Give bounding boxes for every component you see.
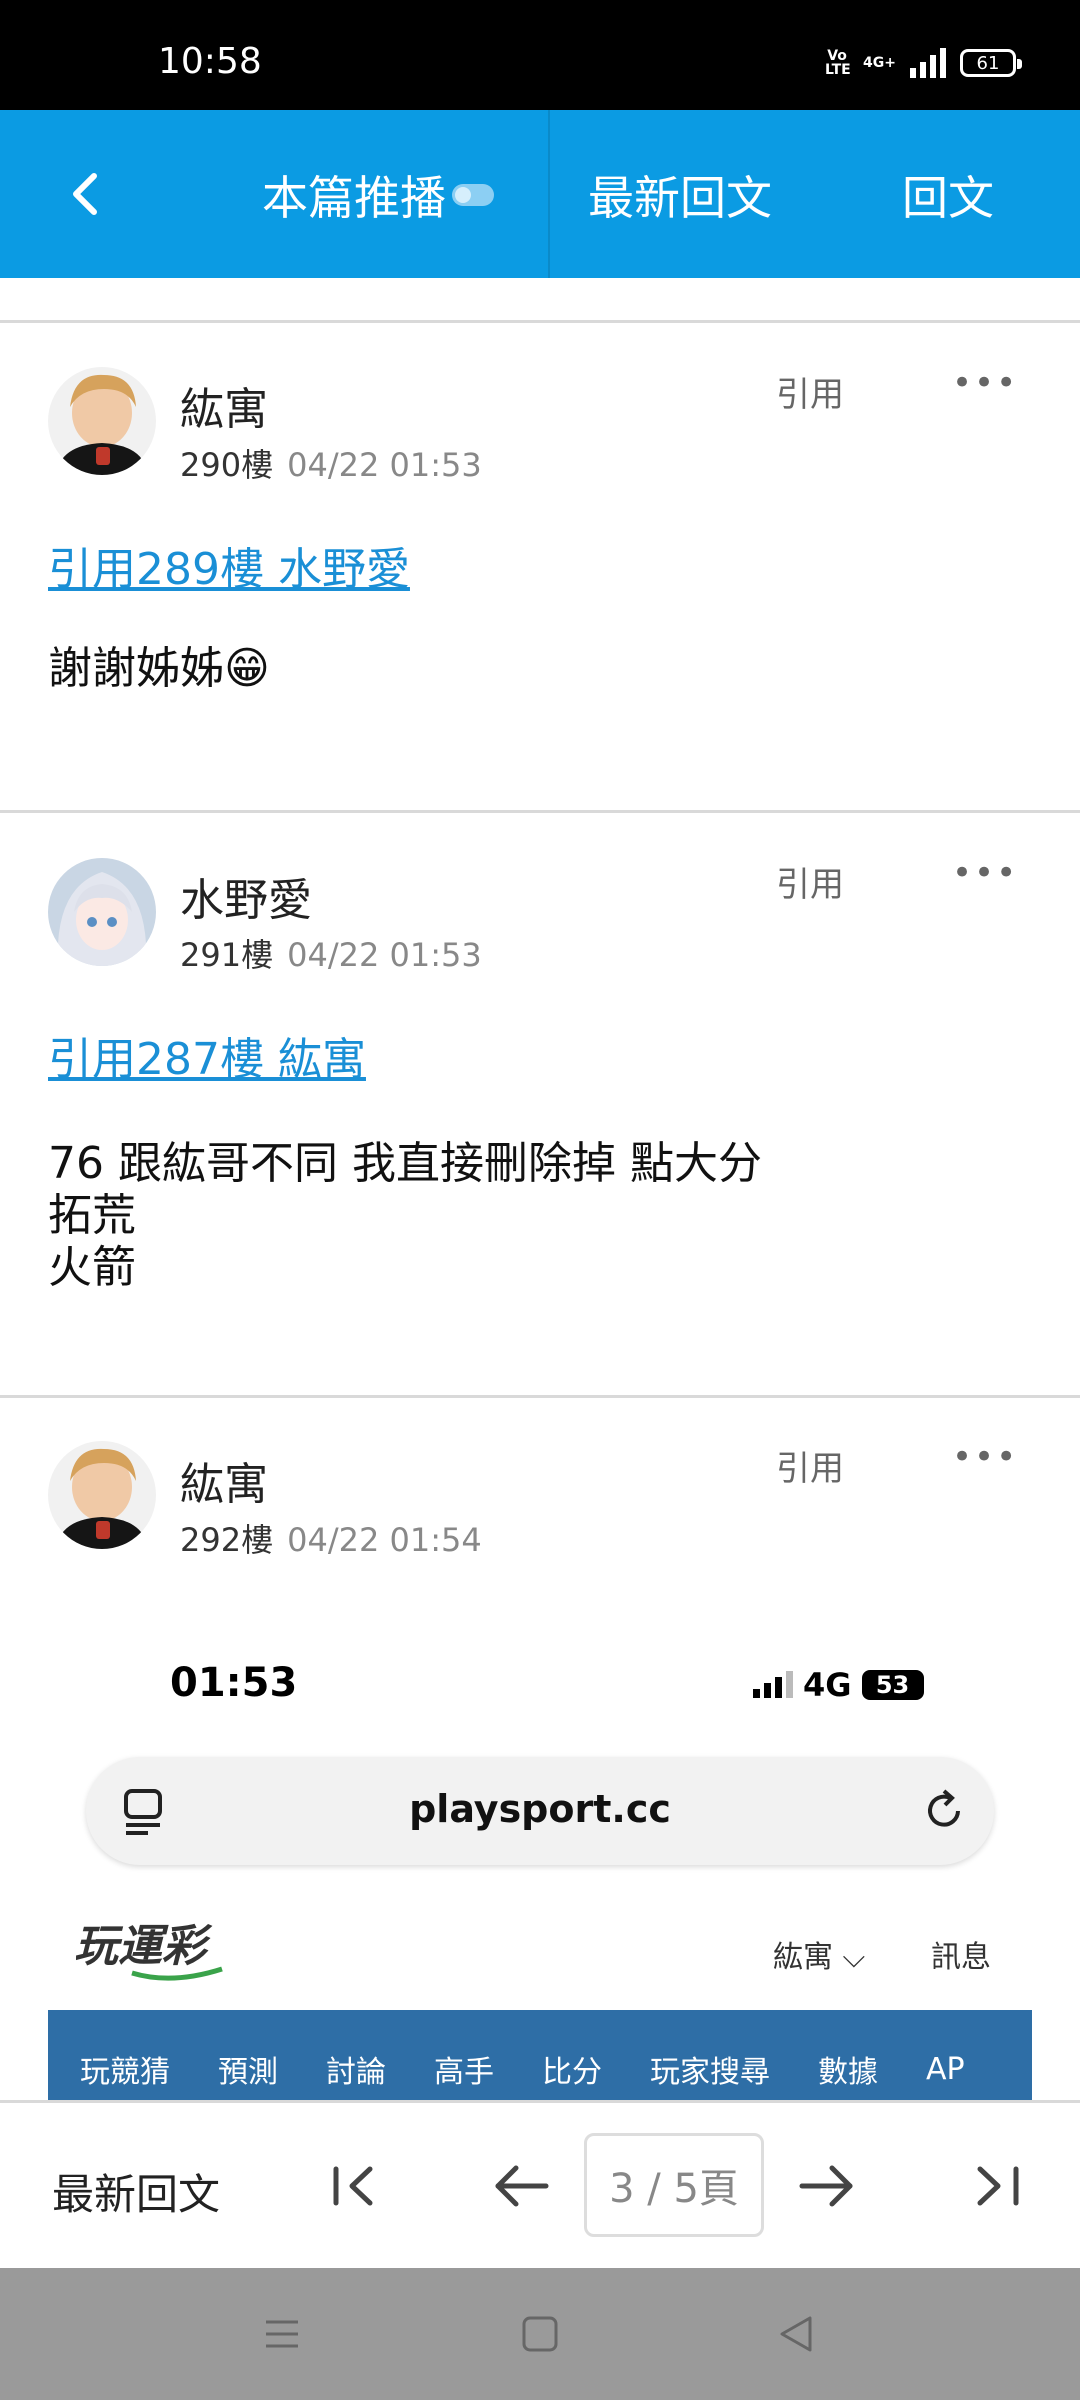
first-page-icon[interactable]	[320, 2151, 390, 2221]
image-network-type: 4G	[803, 1666, 852, 1704]
status-icons: Vo LTE 4G+ 61	[825, 48, 1022, 78]
home-icon[interactable]	[516, 2310, 564, 2358]
quote-button[interactable]: 引用	[776, 1441, 844, 1490]
quote-button[interactable]: 引用	[776, 367, 844, 416]
image-nav-item: 討論	[326, 2055, 386, 2090]
post-text: 76 跟紘哥不同 我直接刪除掉 點大分 拓荒 火箭	[48, 1138, 762, 1294]
image-site-nav: 玩競猜 預測 討論 高手 比分 玩家搜尋 數據 AP	[48, 2010, 1032, 2100]
image-nav-item: 預測	[218, 2055, 278, 2090]
menu-icon[interactable]	[258, 2310, 306, 2358]
post-meta: 292樓 04/22 01:54	[180, 1515, 482, 1561]
image-status-icons: 4G 53	[753, 1666, 924, 1704]
avatar[interactable]	[48, 367, 156, 475]
pager-bar: 最新回文 3 / 5頁	[0, 2100, 1080, 2268]
toggle-switch-icon[interactable]	[452, 184, 494, 206]
post-meta: 291樓 04/22 01:53	[180, 930, 482, 976]
back-triangle-icon[interactable]	[772, 2310, 820, 2358]
post-text: 謝謝姊姊😁	[48, 643, 270, 694]
arrow-left-icon[interactable]	[486, 2151, 556, 2221]
post-291: 水野愛 291樓 04/22 01:53 引用 ••• 引用287樓 紘寓 76 …	[0, 813, 1080, 1395]
image-nav-item: 高手	[434, 2055, 494, 2090]
avatar-photo	[48, 367, 156, 475]
more-options-icon[interactable]: •••	[952, 1437, 1018, 1477]
post-290: 紘寓 290樓 04/22 01:53 引用 ••• 引用289樓 水野愛 謝謝姊…	[0, 323, 1080, 810]
avatar-photo	[48, 858, 156, 966]
author-name[interactable]: 紘寓	[180, 373, 268, 437]
app-header: 本篇推播 最新回文 回文	[0, 110, 1080, 278]
volte-icon: Vo LTE	[825, 48, 851, 78]
quote-button[interactable]: 引用	[776, 857, 844, 906]
post-time: 04/22 01:53	[287, 936, 482, 974]
post-meta: 290樓 04/22 01:53	[180, 440, 482, 486]
status-bar: 10:58 Vo LTE 4G+ 61	[0, 0, 1080, 110]
author-name[interactable]: 水野愛	[180, 864, 312, 928]
reply-button[interactable]: 回文	[902, 162, 994, 228]
image-nav-item: 玩競猜	[80, 2055, 170, 2090]
broadcast-label: 本篇推播	[262, 171, 446, 225]
system-nav-bar	[0, 2268, 1080, 2400]
more-options-icon[interactable]: •••	[952, 363, 1018, 403]
image-user-name: 紘寓	[773, 1940, 833, 1975]
quote-link[interactable]: 引用289樓 水野愛	[48, 533, 410, 597]
image-url-bar: playsport.cc	[86, 1757, 994, 1865]
battery-icon: 61	[960, 49, 1022, 77]
post-line: 拓荒	[48, 1190, 136, 1241]
page-indicator[interactable]: 3 / 5頁	[584, 2133, 764, 2237]
post-image[interactable]: 01:53 4G 53 playsport.cc 玩運彩 紘寓 ⌵ 訊息 玩競猜…	[48, 1610, 1032, 2100]
post-line: 火箭	[48, 1242, 136, 1293]
site-logo-text: 玩運彩	[74, 1921, 213, 1972]
pager-latest-reply-button[interactable]: 最新回文	[52, 2161, 220, 2222]
more-options-icon[interactable]: •••	[952, 853, 1018, 893]
image-messages: 訊息	[931, 1940, 991, 1975]
back-chevron-icon	[73, 173, 97, 215]
avatar[interactable]	[48, 1441, 156, 1549]
status-time: 10:58	[158, 41, 262, 82]
battery-icon: 53	[861, 1670, 924, 1700]
author-name[interactable]: 紘寓	[180, 1448, 268, 1512]
post-line: 76 跟紘哥不同 我直接刪除掉 點大分	[48, 1138, 762, 1189]
network-type: 4G+	[863, 55, 896, 71]
image-status-time: 01:53	[170, 1660, 298, 1706]
back-button[interactable]	[50, 154, 120, 234]
avatar[interactable]	[48, 858, 156, 966]
post-time: 04/22 01:54	[287, 1521, 482, 1559]
image-url-text: playsport.cc	[409, 1787, 671, 1831]
latest-reply-button[interactable]: 最新回文	[588, 162, 772, 228]
last-page-icon[interactable]	[962, 2151, 1032, 2221]
image-nav-item: AP	[926, 2051, 965, 2087]
image-user-menu: 紘寓 ⌵	[773, 1940, 866, 1975]
image-nav-item: 數據	[818, 2055, 878, 2090]
image-nav-item: 比分	[542, 2055, 602, 2090]
arrow-right-icon[interactable]	[792, 2151, 862, 2221]
broadcast-toggle[interactable]: 本篇推播	[262, 162, 494, 228]
post-time: 04/22 01:53	[287, 446, 482, 484]
floor-number: 292樓	[180, 1521, 274, 1559]
battery-level: 61	[976, 52, 1000, 74]
reload-icon	[928, 1789, 960, 1827]
header-divider	[548, 110, 550, 278]
signal-icon	[753, 1671, 793, 1698]
floor-number: 290樓	[180, 446, 274, 484]
site-logo: 玩運彩	[74, 1921, 223, 1981]
signal-icon	[910, 48, 946, 78]
image-battery-level: 53	[875, 1671, 910, 1699]
floor-number: 291樓	[180, 936, 274, 974]
quote-link[interactable]: 引用287樓 紘寓	[48, 1023, 366, 1087]
image-nav-item: 玩家搜尋	[650, 2055, 770, 2090]
avatar-photo	[48, 1441, 156, 1549]
